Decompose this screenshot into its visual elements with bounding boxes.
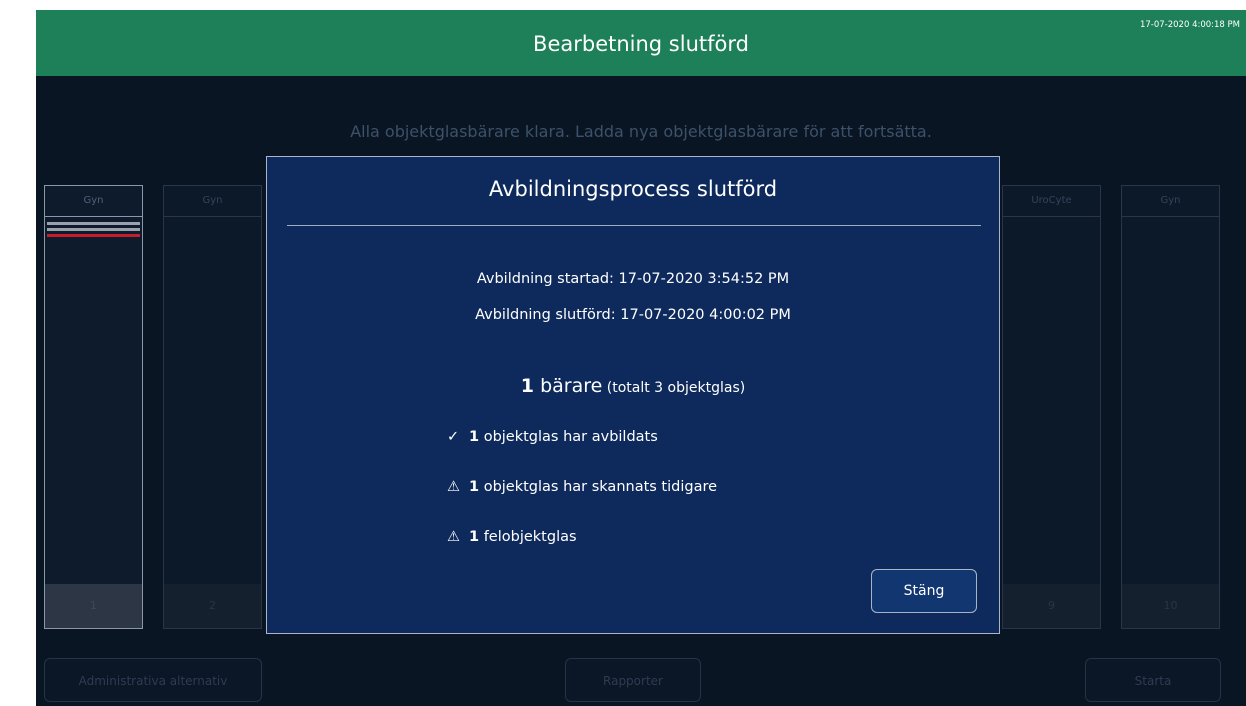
start-button[interactable]: Starta: [1085, 658, 1221, 702]
carrier-count: 1: [520, 375, 535, 397]
slide-indicators: [45, 217, 142, 237]
warning-icon: ⚠: [447, 479, 460, 495]
check-icon: ✓: [447, 429, 460, 445]
carrier-unit: bärare: [534, 375, 603, 397]
carrier-number: 2: [164, 584, 261, 628]
imaging-complete-dialog: Avbildningsprocess slutförd Avbildning s…: [266, 156, 1000, 634]
slide-error-indicator: [47, 234, 140, 237]
item-text: felobjektglas: [479, 529, 577, 545]
item-count: 1: [469, 429, 480, 445]
header-bar: Bearbetning slutförd 17-07-2020 4:00:18 …: [36, 10, 1246, 76]
reports-button[interactable]: Rapporter: [565, 658, 701, 702]
close-button[interactable]: Stäng: [871, 569, 977, 613]
warning-icon: ⚠: [447, 529, 460, 545]
clock-readout: 17-07-2020 4:00:18 PM: [1139, 20, 1240, 30]
carrier-number: 10: [1122, 584, 1219, 628]
carrier-slot-9[interactable]: UroCyte 9: [1002, 185, 1101, 629]
page-title: Bearbetning slutförd: [533, 32, 749, 56]
dialog-title: Avbildningsprocess slutförd: [488, 177, 778, 201]
dialog-divider: [287, 225, 981, 226]
imaged-slides-item: ✓ 1 objektglas har avbildats: [447, 429, 658, 445]
error-slides-item: ⚠ 1 felobjektglas: [447, 529, 577, 545]
carrier-type-label: UroCyte: [1003, 186, 1100, 217]
slide-indicator: [47, 222, 140, 225]
carrier-slot-10[interactable]: Gyn 10: [1121, 185, 1220, 629]
item-count: 1: [469, 479, 480, 495]
carrier-number: 9: [1003, 584, 1100, 628]
carrier-type-label: Gyn: [164, 186, 261, 217]
carrier-summary: 1 bärare (totalt 3 objektglas): [267, 375, 999, 397]
carrier-slot-2[interactable]: Gyn 2: [163, 185, 262, 629]
status-message: Alla objektglasbärare klara. Ladda nya o…: [350, 122, 932, 141]
slide-indicator: [47, 228, 140, 231]
carrier-number: 1: [45, 584, 142, 628]
carrier-slot-1[interactable]: Gyn 1: [44, 185, 143, 629]
app-screen: Bearbetning slutförd 17-07-2020 4:00:18 …: [36, 10, 1246, 706]
imaging-started-text: Avbildning startad: 17-07-2020 3:54:52 P…: [476, 271, 790, 287]
carrier-type-label: Gyn: [1122, 186, 1219, 217]
item-text: objektglas har skannats tidigare: [479, 479, 718, 495]
previously-scanned-item: ⚠ 1 objektglas har skannats tidigare: [447, 479, 717, 495]
item-count: 1: [469, 529, 480, 545]
item-text: objektglas har avbildats: [479, 429, 658, 445]
imaging-finished-text: Avbildning slutförd: 17-07-2020 4:00:02 …: [475, 307, 791, 323]
slide-total: (totalt 3 objektglas): [602, 380, 746, 396]
admin-options-button[interactable]: Administrativa alternativ: [44, 658, 262, 702]
carrier-type-label: Gyn: [45, 186, 142, 217]
